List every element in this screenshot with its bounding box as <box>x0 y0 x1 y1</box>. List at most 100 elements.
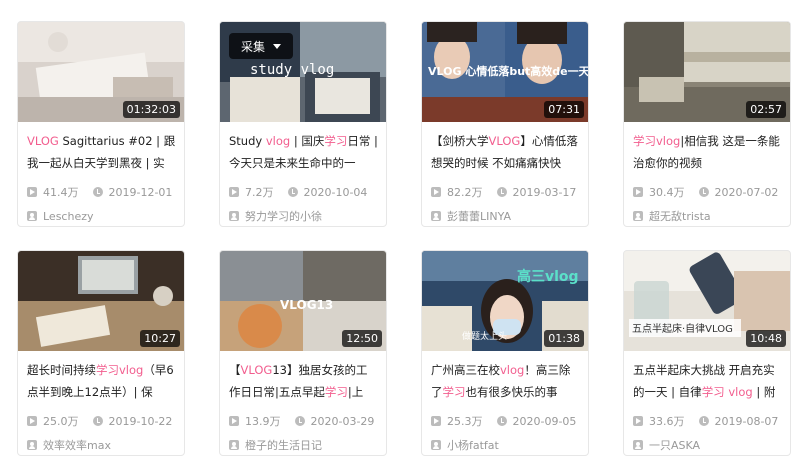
thumbnail-subcaption: 做题太上头 <box>462 330 507 342</box>
thumbnail-caption: VLOG 心情低落but高效de一天 <box>428 64 588 78</box>
author-link[interactable]: 超无敌trista <box>633 208 782 224</box>
title-text: | 附 <box>752 385 776 399</box>
title-text: |上 <box>347 385 364 399</box>
video-thumbnail[interactable]: 01:32:03 <box>18 22 184 122</box>
clock-icon <box>92 187 103 197</box>
author-link[interactable]: 彭蕾蕾LINYA <box>431 208 580 224</box>
author-name: 彭蕾蕾LINYA <box>447 210 511 223</box>
view-count: 25.3万 <box>447 415 483 428</box>
video-card-8[interactable]: 五点半起床·自律VLOG 10:48 五点半起床大挑战 开启充实的一天 | 自律… <box>623 250 791 456</box>
view-count: 82.2万 <box>447 186 483 199</box>
video-title[interactable]: 【剑桥大学VLOG】心情低落想哭的时候 不如痛痛快快 <box>431 130 580 174</box>
upload-date: 2019-10-22 <box>108 414 173 428</box>
view-count: 25.0万 <box>43 415 79 428</box>
video-title[interactable]: 广州高三在校vlog！高三除了学习也有很多快乐的事 <box>431 359 580 403</box>
title-keyword-highlight: VLOG <box>488 134 521 148</box>
collect-label: 采集 <box>240 39 265 54</box>
title-keyword-highlight: 学习 vlog <box>701 385 753 399</box>
title-keyword-highlight: vlog <box>265 134 291 148</box>
video-title[interactable]: 超长时间持续学习vlog（早6点半到晚上12点半）| 保 <box>27 359 176 403</box>
clock-icon <box>698 416 709 426</box>
play-count-icon <box>633 187 643 197</box>
upload-date: 2019-12-01 <box>108 185 173 199</box>
play-count-icon <box>431 416 441 426</box>
chevron-down-icon <box>273 43 281 49</box>
thumbnail-caption: 五点半起床·自律VLOG <box>632 322 733 335</box>
view-count: 30.4万 <box>649 186 685 199</box>
author-name: 橙子的生活日记 <box>245 439 322 452</box>
title-keyword-highlight: vlog <box>500 363 525 377</box>
play-count-icon <box>27 187 37 197</box>
play-count-icon <box>229 416 239 426</box>
video-duration: 02:57 <box>746 101 786 118</box>
title-text: | 国庆 <box>290 134 325 148</box>
user-icon <box>633 211 643 221</box>
author-link[interactable]: 效率效率max <box>27 437 176 453</box>
title-keyword-highlight: 学习 <box>442 385 466 399</box>
author-name: 效率效率max <box>43 439 111 452</box>
video-duration: 12:50 <box>342 330 382 347</box>
video-thumbnail[interactable]: 高三vlog 做题太上头 01:38 <box>422 251 588 351</box>
title-keyword-highlight: VLOG <box>240 363 273 377</box>
clock-icon <box>294 416 305 426</box>
author-name: Leschezy <box>43 209 94 223</box>
upload-date: 2020-09-05 <box>512 414 577 428</box>
user-icon <box>633 440 643 450</box>
author-name: 超无敌trista <box>649 210 711 223</box>
thumbnail-caption: 高三vlog <box>517 268 579 285</box>
video-thumbnail[interactable]: 10:27 <box>18 251 184 351</box>
video-title[interactable]: 【VLOG13】独居女孩的工作日日常|五点早起学习|上 <box>229 359 378 403</box>
video-title[interactable]: Study vlog | 国庆学习日常 | 今天只是未来生命中的一 <box>229 130 378 174</box>
thumbnail-caption: study vlog <box>250 62 334 78</box>
video-duration: 10:48 <box>746 330 786 347</box>
user-icon <box>229 440 239 450</box>
user-icon <box>431 211 441 221</box>
author-link[interactable]: 一只ASKA <box>633 437 782 453</box>
title-text: 【剑桥大学 <box>431 134 489 148</box>
user-icon <box>27 211 37 221</box>
author-link[interactable]: 小杨fatfat <box>431 437 580 453</box>
video-thumbnail[interactable]: 02:57 <box>624 22 790 122</box>
title-keyword-highlight: 学习vlog <box>633 134 681 148</box>
video-thumbnail[interactable]: VLOG13 12:50 <box>220 251 386 351</box>
view-count: 13.9万 <box>245 415 281 428</box>
user-icon <box>27 440 37 450</box>
title-keyword-highlight: 学习 <box>324 385 348 399</box>
clock-icon <box>698 187 709 197</box>
upload-date: 2020-07-02 <box>714 185 779 199</box>
video-card-1[interactable]: 01:32:03 VLOG Sagittarius #02 | 跟我一起从白天学… <box>17 21 185 227</box>
play-count-icon <box>431 187 441 197</box>
video-thumbnail[interactable]: VLOG 心情低落but高效de一天 07:31 <box>422 22 588 122</box>
video-thumbnail[interactable]: 五点半起床·自律VLOG 10:48 <box>624 251 790 351</box>
play-count-icon <box>27 416 37 426</box>
title-keyword-highlight: VLOG <box>27 134 59 148</box>
title-keyword-highlight: 学习 <box>324 134 348 148</box>
play-count-icon <box>229 187 239 197</box>
play-count-icon <box>633 416 643 426</box>
video-thumbnail[interactable]: study vlog 采集 <box>220 22 386 122</box>
video-card-6[interactable]: VLOG13 12:50 【VLOG13】独居女孩的工作日日常|五点早起学习|上… <box>219 250 387 456</box>
video-card-3[interactable]: VLOG 心情低落but高效de一天 07:31 【剑桥大学VLOG】心情低落想… <box>421 21 589 227</box>
user-icon <box>431 440 441 450</box>
user-icon <box>229 211 239 221</box>
video-card-2[interactable]: study vlog 采集 Study vlog | 国庆学习日常 | 今天只是… <box>219 21 387 227</box>
author-name: 小杨fatfat <box>447 439 499 452</box>
video-card-5[interactable]: 10:27 超长时间持续学习vlog（早6点半到晚上12点半）| 保 25.0万… <box>17 250 185 456</box>
video-duration: 07:31 <box>544 101 584 118</box>
title-text: 超长时间持续 <box>27 363 96 377</box>
title-text: 也有很多快乐的事 <box>465 385 558 399</box>
view-count: 41.4万 <box>43 186 79 199</box>
collect-button[interactable]: 采集 <box>229 33 293 59</box>
author-name: 一只ASKA <box>649 439 701 452</box>
clock-icon <box>287 187 298 197</box>
video-title[interactable]: 五点半起床大挑战 开启充实的一天 | 自律学习 vlog | 附 <box>633 359 782 403</box>
video-title[interactable]: 学习vlog|相信我 这是一条能治愈你的视频 <box>633 130 782 174</box>
author-link[interactable]: 努力学习的小徐 <box>229 208 378 224</box>
author-link[interactable]: Leschezy <box>27 208 176 224</box>
upload-date: 2020-10-04 <box>303 185 368 199</box>
video-title[interactable]: VLOG Sagittarius #02 | 跟我一起从白天学到黑夜 | 实 <box>27 130 176 174</box>
video-card-4[interactable]: 02:57 学习vlog|相信我 这是一条能治愈你的视频 30.4万 2020-… <box>623 21 791 227</box>
author-link[interactable]: 橙子的生活日记 <box>229 437 378 453</box>
title-text: Study <box>229 134 266 148</box>
video-card-7[interactable]: 高三vlog 做题太上头 01:38 广州高三在校vlog！高三除了学习也有很多… <box>421 250 589 456</box>
